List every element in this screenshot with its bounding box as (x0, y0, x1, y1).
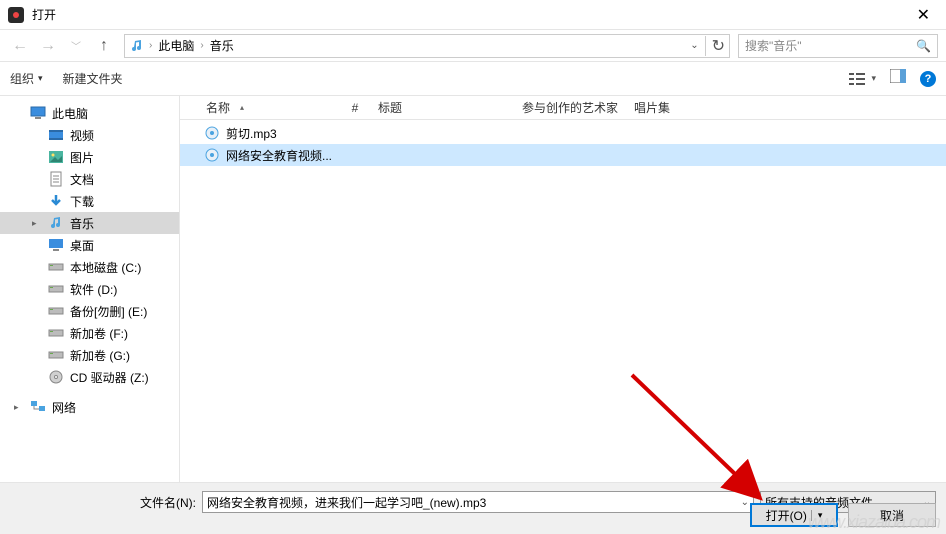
sidebar-item-label: 新加卷 (G:) (70, 347, 130, 364)
path-root[interactable]: 此电脑 (156, 37, 196, 54)
column-name[interactable]: 名称 ▴ (180, 99, 338, 116)
sidebar-network[interactable]: ▸ 网络 (0, 396, 179, 418)
video-icon (48, 127, 64, 143)
filename-input[interactable]: 网络安全教育视频，进来我们一起学习吧_(new).mp3 ⌄ (202, 491, 754, 513)
pc-icon (30, 105, 46, 121)
sidebar-item-label: 本地磁盘 (C:) (70, 259, 141, 276)
sidebar-item[interactable]: 文档 (0, 168, 179, 190)
sidebar: 此电脑 视频图片文档下载 ▸ 音乐桌面本地磁盘 (C:) 软件 (D:) 备份[勿删] … (0, 96, 180, 482)
chevron-down-icon: ▾ (38, 73, 43, 84)
forward-button[interactable]: → (36, 34, 60, 58)
search-icon: 🔍 (916, 39, 931, 53)
drive-icon (48, 347, 64, 363)
column-artist[interactable]: 参与创作的艺术家 (516, 99, 628, 116)
sidebar-item-label: 备份[勿删] (E:) (70, 303, 147, 320)
refresh-button[interactable]: ↻ (705, 36, 725, 56)
sidebar-item[interactable]: 本地磁盘 (C:) (0, 256, 179, 278)
path-folder[interactable]: 音乐 (208, 37, 236, 54)
watermark: www.xiazaiba.com (808, 512, 940, 533)
sidebar-item-label: 桌面 (70, 237, 94, 254)
sidebar-item[interactable]: 下载 (0, 190, 179, 212)
sidebar-item[interactable]: 软件 (D:) (0, 278, 179, 300)
sidebar-item[interactable]: 桌面 (0, 234, 179, 256)
picture-icon (48, 149, 64, 165)
music-icon (48, 215, 64, 231)
sidebar-item[interactable]: ▸ 音乐 (0, 212, 179, 234)
sidebar-item[interactable]: 图片 (0, 146, 179, 168)
sidebar-item-label: 视频 (70, 127, 94, 144)
sidebar-item-label: CD 驱动器 (Z:) (70, 369, 149, 386)
expand-icon: ▸ (14, 402, 24, 413)
desktop-icon (48, 237, 64, 253)
sidebar-item-label: 图片 (70, 149, 94, 166)
column-album[interactable]: 唱片集 (628, 99, 946, 116)
column-headers: 名称 ▴ # 标题 参与创作的艺术家 唱片集 (180, 96, 946, 120)
sidebar-this-pc[interactable]: 此电脑 (0, 102, 179, 124)
window-title: 打开 (32, 6, 56, 23)
back-button[interactable]: ← (8, 34, 32, 58)
close-button[interactable]: ✕ (909, 5, 938, 25)
drive-icon (48, 259, 64, 275)
search-input[interactable]: 搜索"音乐" 🔍 (738, 34, 938, 58)
up-button[interactable]: ↑ (92, 34, 116, 58)
view-options-button[interactable]: ▾ (849, 72, 876, 86)
sidebar-item[interactable]: 备份[勿删] (E:) (0, 300, 179, 322)
chevron-right-icon: › (149, 40, 152, 51)
sidebar-item-label: 新加卷 (F:) (70, 325, 128, 342)
sidebar-item-label: 下载 (70, 193, 94, 210)
download-icon (48, 193, 64, 209)
app-icon (8, 7, 24, 23)
file-row[interactable]: 剪切.mp3 (180, 122, 946, 144)
music-icon (129, 38, 145, 54)
organize-menu[interactable]: 组织 ▾ (10, 70, 43, 87)
drive-icon (48, 325, 64, 341)
sidebar-item-label: 文档 (70, 171, 94, 188)
file-name: 网络安全教育视频... (226, 147, 332, 164)
audio-file-icon (204, 147, 220, 163)
column-number[interactable]: # (338, 101, 372, 115)
column-title[interactable]: 标题 (372, 99, 516, 116)
network-icon (30, 399, 46, 415)
sort-indicator-icon: ▴ (240, 103, 244, 112)
filename-label: 文件名(N): (140, 494, 196, 511)
search-placeholder: 搜索"音乐" (745, 37, 802, 54)
sidebar-item[interactable]: CD 驱动器 (Z:) (0, 366, 179, 388)
recent-button[interactable]: ﹀ (64, 34, 88, 58)
chevron-right-icon: › (200, 40, 203, 51)
file-list: 剪切.mp3 网络安全教育视频... (180, 120, 946, 482)
address-bar[interactable]: › 此电脑 › 音乐 ⌄ ↻ (124, 34, 730, 58)
sidebar-item-label: 软件 (D:) (70, 281, 117, 298)
chevron-down-icon[interactable]: ⌄ (741, 497, 749, 508)
sidebar-item[interactable]: 视频 (0, 124, 179, 146)
sidebar-item-label: 音乐 (70, 215, 94, 232)
preview-pane-button[interactable] (890, 69, 906, 88)
cd-icon (48, 369, 64, 385)
help-button[interactable]: ? (920, 71, 936, 87)
drive-icon (48, 281, 64, 297)
file-row[interactable]: 网络安全教育视频... (180, 144, 946, 166)
audio-file-icon (204, 125, 220, 141)
doc-icon (48, 171, 64, 187)
expand-icon: ▸ (32, 218, 42, 229)
file-name: 剪切.mp3 (226, 125, 277, 142)
sidebar-item[interactable]: 新加卷 (F:) (0, 322, 179, 344)
chevron-down-icon[interactable]: ⌄ (690, 40, 698, 51)
sidebar-item[interactable]: 新加卷 (G:) (0, 344, 179, 366)
new-folder-button[interactable]: 新建文件夹 (63, 70, 123, 87)
drive-icon (48, 303, 64, 319)
